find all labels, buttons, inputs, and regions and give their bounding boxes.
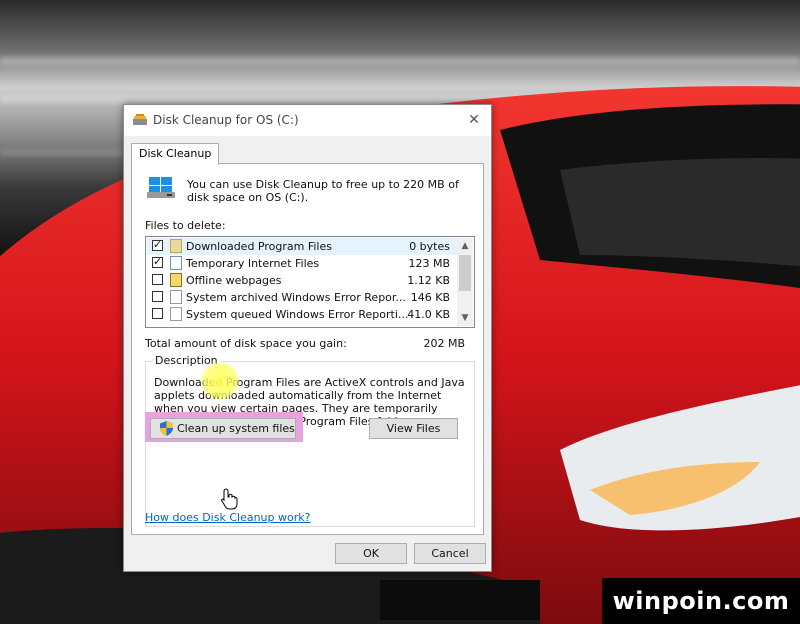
webpage-icon [170,273,182,287]
tab-panel: You can use Disk Cleanup to free up to 2… [131,163,484,535]
scroll-thumb[interactable] [459,255,471,291]
title-bar[interactable]: Disk Cleanup for OS (C:) ✕ [124,105,491,136]
list-item[interactable]: System queued Windows Error Reporti... 4… [147,306,457,323]
drive-icon [147,177,175,198]
file-name: Offline webpages [186,274,282,287]
file-icon [170,290,182,304]
window-title: Disk Cleanup for OS (C:) [153,113,299,127]
list-item[interactable]: System archived Windows Error Repor... 1… [147,289,457,306]
total-space-value: 202 MB [423,337,465,350]
scroll-up-icon[interactable]: ▲ [457,238,473,254]
close-button[interactable]: ✕ [457,105,491,136]
hand-cursor-icon [221,488,238,510]
file-size: 0 bytes [409,240,450,253]
list-item[interactable]: ✓ Temporary Internet Files 123 MB [147,255,457,272]
intro-text: You can use Disk Cleanup to free up to 2… [187,178,459,204]
uac-shield-icon [160,421,173,436]
list-scrollbar[interactable]: ▲ ▼ [457,238,473,326]
files-list[interactable]: ✓ Downloaded Program Files 0 bytes ✓ Tem… [145,236,475,328]
cancel-button[interactable]: Cancel [414,543,486,564]
files-to-delete-label: Files to delete: [145,219,226,232]
disk-cleanup-dialog: Disk Cleanup for OS (C:) ✕ Disk Cleanup … [123,104,492,572]
file-name: Temporary Internet Files [186,257,320,270]
file-name: System queued Windows Error Reporti... [186,308,409,321]
file-name: Downloaded Program Files [186,240,332,253]
checkbox[interactable]: ✓ [152,255,163,268]
tab-disk-cleanup[interactable]: Disk Cleanup [131,143,220,165]
file-size: 123 MB [408,257,450,270]
file-size: 146 KB [410,291,450,304]
cursor-highlight [200,361,240,401]
checkbox[interactable] [152,308,163,319]
watermark: winpoin.com [602,578,800,624]
file-icon [170,307,182,321]
checkbox[interactable] [152,274,163,285]
file-size: 41.0 KB [407,308,450,321]
checkbox[interactable]: ✓ [152,238,163,251]
total-space-label: Total amount of disk space you gain: [145,337,347,350]
help-link[interactable]: How does Disk Cleanup work? [145,511,310,524]
file-size: 1.12 KB [407,274,450,287]
list-item[interactable]: ✓ Downloaded Program Files 0 bytes [147,238,457,255]
button-label: Clean up system files [177,422,295,435]
scroll-down-icon[interactable]: ▼ [457,310,473,326]
clean-up-system-files-button[interactable]: Clean up system files [150,418,296,439]
view-files-button[interactable]: View Files [369,418,458,439]
list-item[interactable]: Offline webpages 1.12 KB [147,272,457,289]
checkbox[interactable] [152,291,163,302]
ok-button[interactable]: OK [335,543,407,564]
disk-cleanup-app-icon [133,114,147,125]
file-name: System archived Windows Error Repor... [186,291,406,304]
folder-icon [170,239,182,253]
description-group: Description Downloaded Program Files are… [145,354,475,527]
document-icon [170,256,182,270]
